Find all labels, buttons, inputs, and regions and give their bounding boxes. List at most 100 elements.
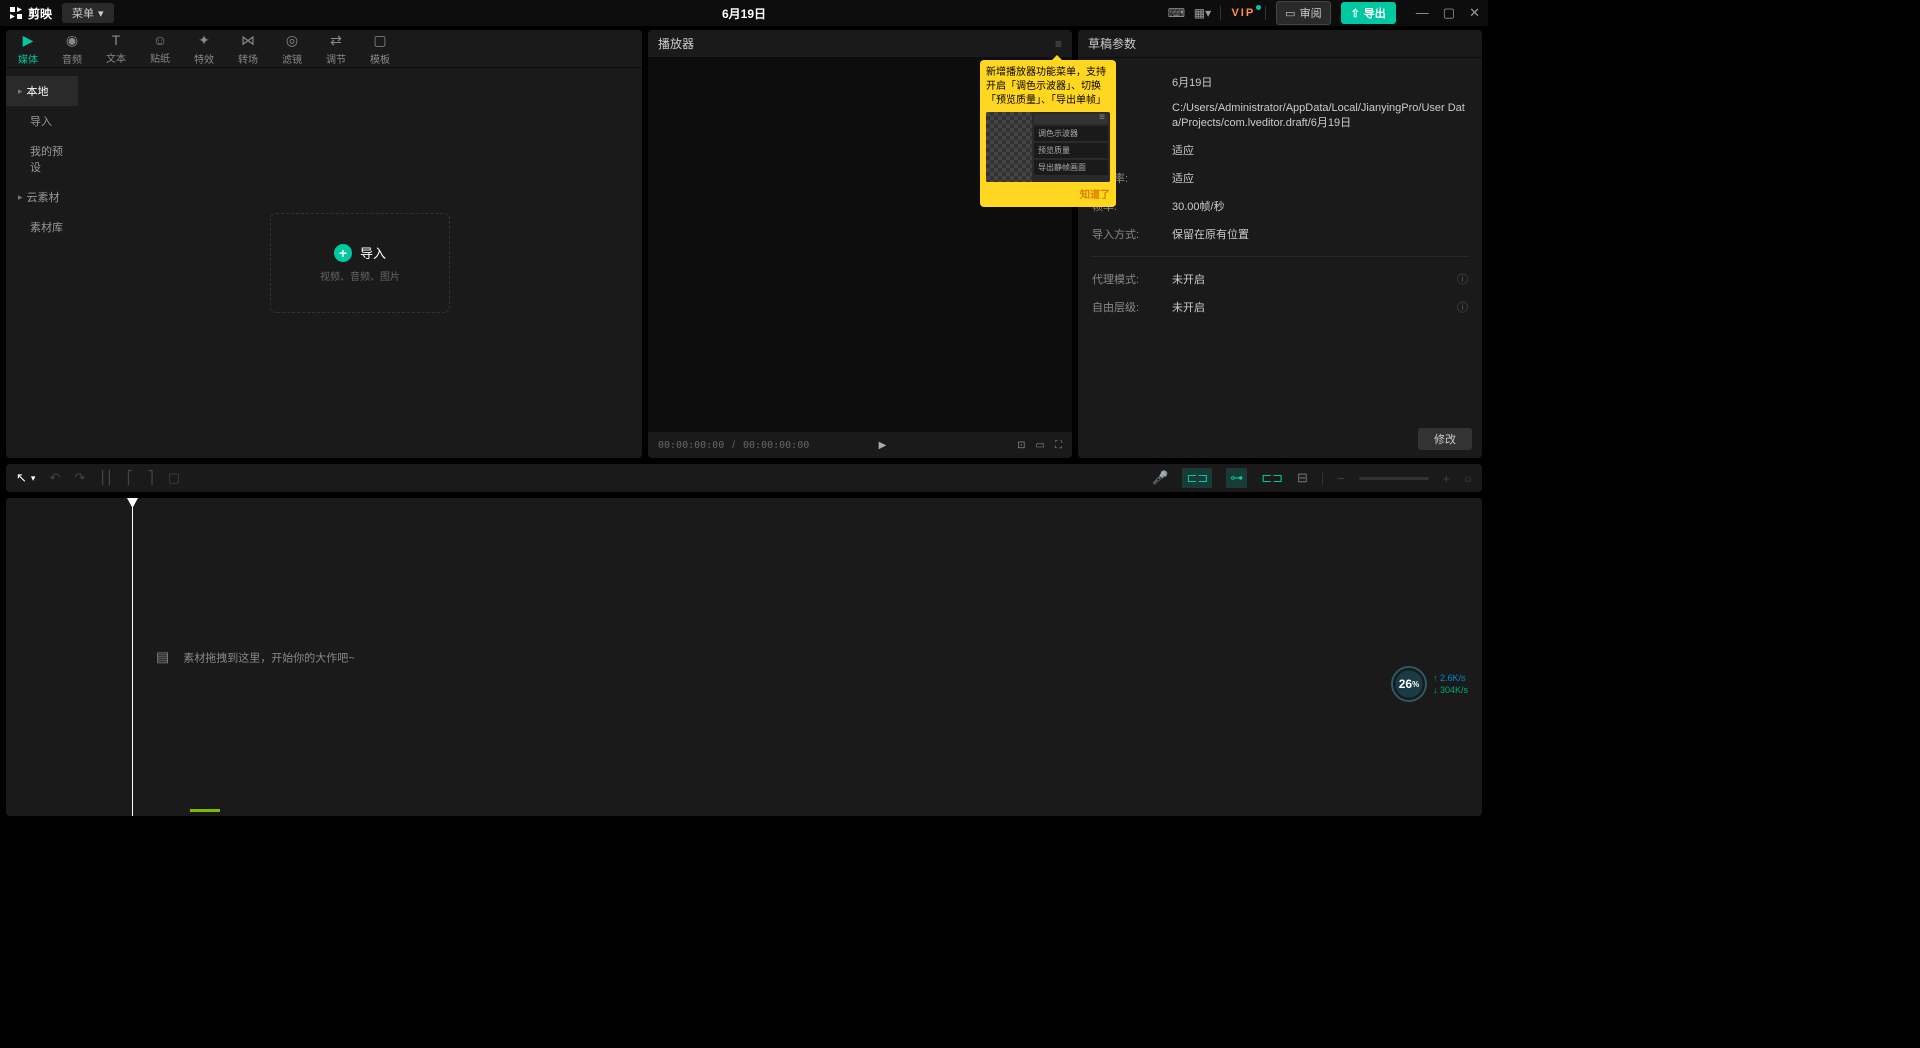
- props-title: 草稿参数: [1088, 35, 1136, 52]
- fullscreen-icon[interactable]: ⛶: [1055, 440, 1062, 451]
- tooltip-menu-item: 调色示波器: [1034, 126, 1108, 141]
- undo-button[interactable]: ↶: [49, 470, 60, 486]
- template-icon: ▢: [373, 32, 386, 49]
- sidebar-item-import[interactable]: 导入: [6, 106, 78, 136]
- tab-template[interactable]: ▢模板: [358, 30, 402, 67]
- zoom-out-icon[interactable]: −: [1337, 471, 1345, 486]
- modify-button[interactable]: 修改: [1418, 428, 1472, 450]
- maximize-icon[interactable]: ▢: [1443, 5, 1455, 21]
- media-icon: ▶: [23, 32, 34, 49]
- pointer-tool[interactable]: ↖ ▾: [16, 470, 35, 486]
- play-button[interactable]: ▶: [879, 440, 887, 451]
- divider: [1220, 6, 1221, 20]
- snap-icon[interactable]: ⊏⊐: [1261, 470, 1283, 486]
- menu-label: 菜单: [72, 5, 94, 21]
- tooltip-menu-item: 导出静帧画面: [1034, 160, 1108, 175]
- review-button[interactable]: ▭ 审阅: [1276, 1, 1330, 25]
- media-sidebar: ▸本地 导入 我的预设 ▸云素材 素材库: [6, 68, 78, 458]
- close-icon[interactable]: ✕: [1469, 5, 1480, 21]
- zoom-in-icon[interactable]: +: [1443, 471, 1451, 486]
- audio-icon: ◉: [66, 32, 78, 49]
- media-area: + 导入 视频、音频、图片: [78, 68, 642, 458]
- time-total: 00:00:00:00: [743, 440, 809, 451]
- app-name: 剪映: [28, 5, 52, 22]
- link-icon[interactable]: ⊶: [1226, 468, 1247, 488]
- delete-button[interactable]: ▢: [168, 470, 180, 486]
- sidebar-item-library[interactable]: 素材库: [6, 212, 78, 242]
- speed-percent: 26%: [1391, 666, 1427, 702]
- ratio-icon[interactable]: ▭: [1036, 440, 1045, 451]
- prop-path: 位置:C:/Users/Administrator/AppData/Local/…: [1092, 96, 1468, 136]
- tab-media[interactable]: ▶媒体: [6, 30, 50, 67]
- chevron-right-icon: ▸: [18, 192, 23, 203]
- minimize-icon[interactable]: —: [1416, 5, 1429, 21]
- player-menu-icon[interactable]: ≡: [1055, 37, 1062, 51]
- layout-icon[interactable]: ▦▾: [1194, 5, 1210, 21]
- playhead[interactable]: [132, 498, 133, 816]
- prop-proxy: 代理模式:未开启ⓘ: [1092, 265, 1468, 293]
- export-button[interactable]: ⇧ 导出: [1341, 2, 1396, 24]
- tooltip-preview-scope: [986, 112, 1032, 182]
- titlebar: 剪映 菜单 ▾ 6月19日 ⌨ ▦▾ VIP ▭ 审阅 ⇧ 导出 — ▢ ✕: [0, 0, 1488, 26]
- tab-sticker[interactable]: ☺贴纸: [138, 30, 182, 67]
- menu-button[interactable]: 菜单 ▾: [62, 3, 114, 23]
- speed-values: ↑ 2.6K/s ↓ 304K/s: [1433, 673, 1468, 695]
- sidebar-item-local[interactable]: ▸本地: [6, 76, 78, 106]
- vip-badge[interactable]: VIP: [1231, 7, 1255, 19]
- project-title: 6月19日: [722, 5, 766, 22]
- taskbar-indicator: [190, 809, 220, 812]
- timeline[interactable]: ▤ 素材拖拽到这里，开始你的大作吧~: [6, 498, 1482, 816]
- sidebar-item-cloud[interactable]: ▸云素材: [6, 182, 78, 212]
- review-icon: ▭: [1285, 7, 1295, 20]
- keyboard-icon[interactable]: ⌨: [1168, 5, 1184, 21]
- mic-icon[interactable]: 🎤: [1152, 470, 1168, 486]
- prop-name: 名称:6月19日: [1092, 68, 1468, 96]
- prop-layer: 自由层级:未开启ⓘ: [1092, 293, 1468, 321]
- prop-import: 导入方式:保留在原有位置: [1092, 220, 1468, 248]
- divider: [1322, 471, 1323, 485]
- trim-left-button[interactable]: ⎡: [127, 470, 134, 486]
- player-title: 播放器: [658, 35, 694, 52]
- feature-tooltip: 新增播放器功能菜单，支持开启「调色示波器」、切换「预览质量」、「导出单帧」 调色…: [980, 60, 1116, 207]
- prop-res: 分辨率:适应: [1092, 164, 1468, 192]
- tab-audio[interactable]: ◉音频: [50, 30, 94, 67]
- crop-icon[interactable]: ⊡: [1017, 440, 1025, 451]
- transition-icon: ⋈: [241, 32, 255, 49]
- divider: [1265, 6, 1266, 20]
- tooltip-ok-button[interactable]: 知道了: [986, 186, 1110, 201]
- info-icon[interactable]: ⓘ: [1457, 299, 1468, 315]
- timeline-empty-hint: ▤ 素材拖拽到这里，开始你的大作吧~: [156, 649, 355, 666]
- zoom-slider[interactable]: [1359, 477, 1429, 480]
- tooltip-preview-header: [1034, 114, 1108, 124]
- timeline-toolbar: ↖ ▾ ↶ ↷ ⎮⎮ ⎡ ⎤ ▢ 🎤 ⊏⊐ ⊶ ⊏⊐ ⊟ − + ○: [6, 464, 1482, 492]
- divider: [1092, 256, 1468, 257]
- window-controls: — ▢ ✕: [1416, 5, 1480, 21]
- chevron-right-icon: ▸: [18, 86, 23, 97]
- speed-download: ↓ 304K/s: [1433, 685, 1468, 695]
- tab-effect[interactable]: ✦特效: [182, 30, 226, 67]
- trim-right-button[interactable]: ⎤: [147, 470, 154, 486]
- import-label: 导入: [360, 243, 386, 262]
- redo-button[interactable]: ↷: [74, 470, 85, 486]
- filter-icon: ◎: [286, 32, 298, 49]
- info-icon[interactable]: ⓘ: [1457, 271, 1468, 287]
- app-logo: 剪映: [8, 5, 52, 22]
- import-dropzone[interactable]: + 导入 视频、音频、图片: [270, 213, 450, 313]
- tab-adjust[interactable]: ⇄调节: [314, 30, 358, 67]
- network-speed-widget[interactable]: 26% ↑ 2.6K/s ↓ 304K/s: [1391, 666, 1468, 702]
- magnet-icon[interactable]: ⊏⊐: [1182, 468, 1212, 488]
- tab-transition[interactable]: ⋈转场: [226, 30, 270, 67]
- prop-ratio: 比例:适应: [1092, 136, 1468, 164]
- player-controls: 00:00:00:00 / 00:00:00:00 ▶ ⊡ ▭ ⛶: [648, 432, 1072, 458]
- zoom-fit-icon[interactable]: ○: [1464, 471, 1472, 486]
- media-panel: ▶媒体 ◉音频 T文本 ☺贴纸 ✦特效 ⋈转场 ◎滤镜 ⇄调节 ▢模板 ▸本地 …: [6, 30, 642, 458]
- tab-filter[interactable]: ◎滤镜: [270, 30, 314, 67]
- sidebar-item-preset[interactable]: 我的预设: [6, 136, 78, 182]
- review-label: 审阅: [1300, 5, 1322, 21]
- titlebar-right: ⌨ ▦▾ VIP ▭ 审阅 ⇧ 导出 — ▢ ✕: [1168, 1, 1480, 25]
- tab-text[interactable]: T文本: [94, 30, 138, 67]
- time-current: 00:00:00:00: [658, 440, 724, 451]
- split-button[interactable]: ⎮⎮: [99, 470, 113, 486]
- timeline-ruler[interactable]: [6, 498, 1482, 516]
- align-icon[interactable]: ⊟: [1297, 470, 1308, 486]
